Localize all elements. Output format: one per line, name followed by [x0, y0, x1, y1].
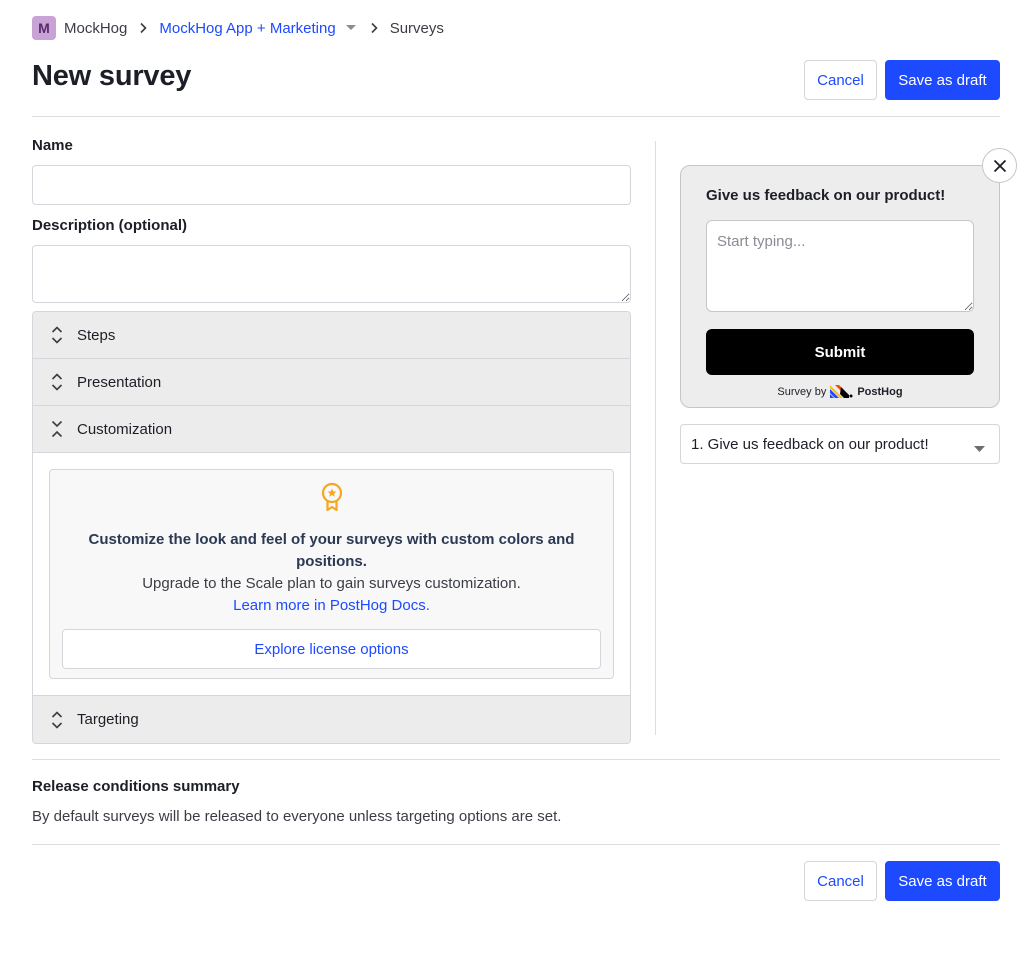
release-text: By default surveys will be released to e…: [32, 808, 562, 825]
accordion-targeting[interactable]: Targeting: [33, 696, 630, 743]
question-select-value: 1. Give us feedback on our product!: [691, 435, 929, 453]
description-input[interactable]: [32, 245, 631, 303]
upgrade-card: Customize the look and feel of your surv…: [49, 469, 614, 679]
posthog-brand: PostHog: [857, 385, 903, 398]
cancel-button[interactable]: Cancel: [804, 60, 877, 100]
org-avatar[interactable]: M: [32, 16, 56, 40]
survey-preview: Give us feedback on our product! Submit …: [680, 165, 1000, 408]
survey-settings-accordion: Steps Presentation Customization Customi…: [32, 311, 631, 744]
customization-panel: Customize the look and feel of your surv…: [33, 453, 630, 696]
breadcrumb-project[interactable]: MockHog App + Marketing: [159, 20, 335, 37]
breadcrumb-section[interactable]: Surveys: [390, 20, 444, 37]
name-label: Name: [32, 137, 73, 154]
survey-by-text: Survey by: [777, 385, 827, 398]
preview-answer-input[interactable]: [706, 220, 974, 312]
chevron-right-icon: [127, 22, 159, 34]
description-label: Description (optional): [32, 217, 187, 234]
header-divider: [32, 116, 1000, 117]
preview-submit-button[interactable]: Submit: [706, 329, 974, 375]
caret-down-icon: [974, 440, 985, 457]
accordion-label: Customization: [77, 420, 173, 438]
accordion-steps[interactable]: Steps: [33, 312, 630, 359]
upgrade-title: Customize the look and feel of your surv…: [88, 531, 575, 570]
explore-license-button[interactable]: Explore license options: [62, 629, 601, 669]
release-divider-bottom: [32, 844, 1000, 845]
close-icon[interactable]: [982, 148, 1017, 183]
expand-icon: [47, 708, 67, 732]
preview-question: Give us feedback on our product!: [706, 187, 946, 204]
docs-link[interactable]: Learn more in PostHog Docs.: [233, 595, 430, 617]
footer-cancel-button[interactable]: Cancel: [804, 861, 877, 901]
breadcrumb: M MockHog MockHog App + Marketing Survey…: [32, 16, 444, 40]
footer-save-draft-button[interactable]: Save as draft: [885, 861, 1000, 901]
save-draft-button[interactable]: Save as draft: [885, 60, 1000, 100]
expand-icon: [47, 370, 67, 394]
posthog-logo-icon: [830, 385, 854, 398]
release-divider-top: [32, 759, 1000, 760]
upgrade-text: Upgrade to the Scale plan to gain survey…: [142, 575, 521, 592]
breadcrumb-org[interactable]: MockHog: [64, 20, 127, 37]
award-ribbon-icon: [319, 482, 345, 517]
chevron-right-icon: [358, 22, 390, 34]
accordion-label: Presentation: [77, 373, 162, 391]
caret-down-icon[interactable]: [345, 25, 356, 31]
name-input[interactable]: [32, 165, 631, 205]
release-title: Release conditions summary: [32, 778, 240, 795]
accordion-label: Targeting: [77, 711, 139, 728]
expand-icon: [47, 323, 67, 347]
accordion-label: Steps: [77, 326, 116, 344]
accordion-customization[interactable]: Customization: [33, 406, 630, 453]
survey-by-footer: Survey by PostHog: [706, 385, 974, 398]
page-title: New survey: [32, 60, 192, 92]
collapse-icon: [47, 417, 67, 441]
accordion-presentation[interactable]: Presentation: [33, 359, 630, 406]
question-select[interactable]: 1. Give us feedback on our product!: [680, 424, 1000, 464]
column-divider: [655, 141, 656, 735]
